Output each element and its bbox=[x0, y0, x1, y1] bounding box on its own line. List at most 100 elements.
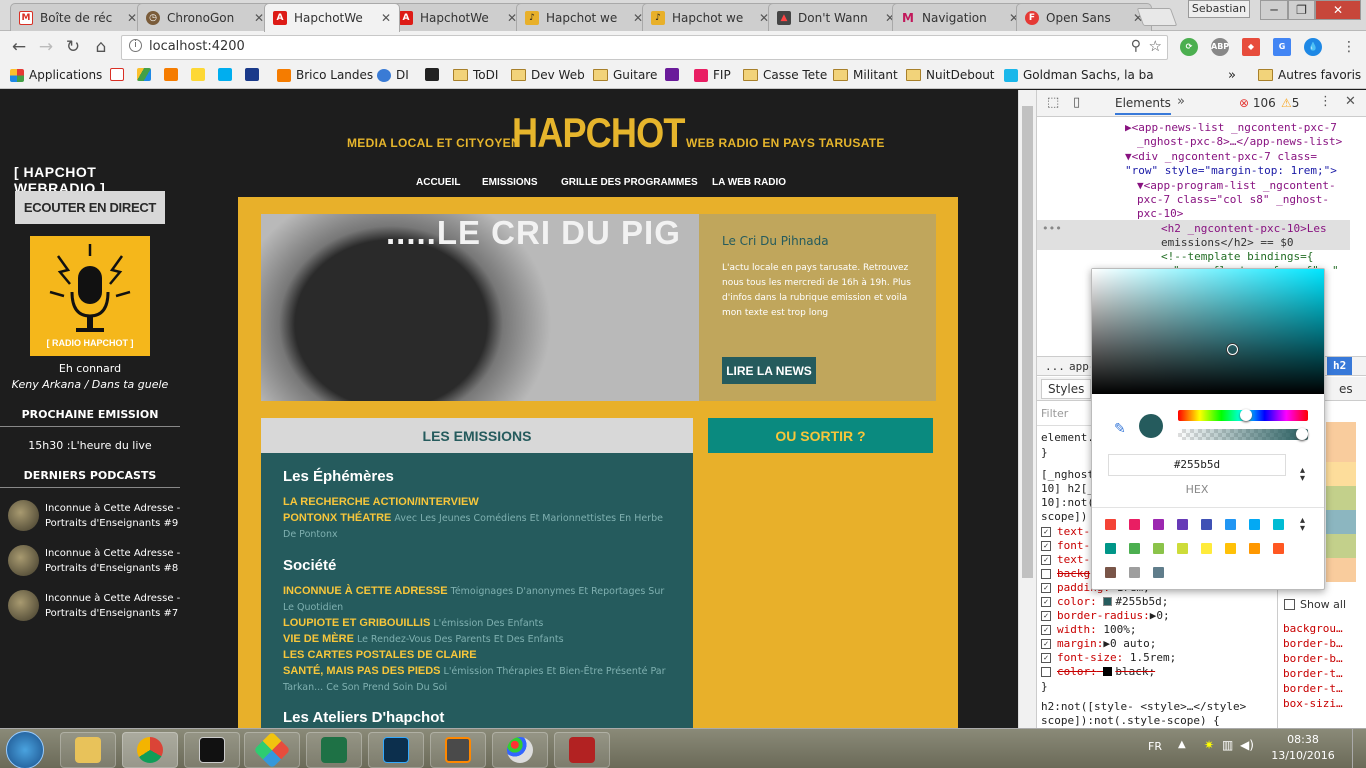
menu-accueil[interactable]: ACCUEIL bbox=[416, 177, 460, 188]
program-name[interactable]: LES CARTES POSTALES DE CLAIRE bbox=[283, 649, 477, 661]
color-spectrum[interactable] bbox=[1092, 269, 1324, 394]
bookmark-folder-militant[interactable]: Militant bbox=[833, 68, 898, 82]
dom-node[interactable]: _nghost-pxc-8>…</app-news-list> bbox=[1137, 135, 1342, 149]
menu-web-radio[interactable]: LA WEB RADIO bbox=[712, 177, 786, 188]
program-item[interactable]: SANTÉ, MAIS PAS DES PIEDS L'émission Thé… bbox=[283, 663, 673, 696]
read-news-button[interactable]: LIRE LA NEWS bbox=[722, 357, 816, 384]
warning-count[interactable]: ⚠5 bbox=[1281, 96, 1299, 110]
next-rule-selector[interactable]: h2:not([style- <style>…</style> bbox=[1041, 700, 1246, 714]
scrollbar-thumb[interactable] bbox=[1022, 106, 1033, 578]
css-property[interactable]: backg bbox=[1041, 567, 1090, 580]
computed-property[interactable]: border-b… bbox=[1283, 652, 1343, 666]
color-swatch[interactable] bbox=[1103, 597, 1113, 606]
bookmark-mail[interactable] bbox=[665, 68, 684, 81]
rule-selector[interactable]: [_nghost bbox=[1041, 468, 1094, 482]
checkbox[interactable]: ✓ bbox=[1041, 638, 1051, 649]
podcast-item[interactable]: Inconnue à Cette Adresse - Portraits d'E… bbox=[8, 500, 180, 532]
checkbox[interactable]: ✓ bbox=[1041, 624, 1051, 635]
hex-input[interactable]: #255b5d bbox=[1108, 454, 1286, 476]
checkbox[interactable]: ✓ bbox=[1041, 652, 1051, 663]
computed-property[interactable]: border-b… bbox=[1283, 637, 1343, 651]
next-rule-selector[interactable]: scope]):not(.style-scope) { bbox=[1041, 714, 1220, 728]
palette-swatch[interactable] bbox=[1105, 567, 1116, 578]
back-icon[interactable]: ← bbox=[8, 36, 30, 58]
palette-swatch[interactable] bbox=[1177, 543, 1188, 554]
volume-icon[interactable]: ◀) bbox=[1240, 738, 1254, 752]
format-toggle-icon[interactable]: ▴ ▾ bbox=[1300, 466, 1305, 484]
program-name[interactable]: PONTONX THÉATRE bbox=[283, 512, 391, 524]
hue-slider[interactable] bbox=[1178, 409, 1308, 421]
listen-live-button[interactable]: ECOUTER EN DIRECT bbox=[15, 191, 165, 224]
css-property-value[interactable]: ▶0; bbox=[1150, 609, 1170, 622]
devtools-menu-icon[interactable]: ⋮ bbox=[1319, 94, 1332, 109]
checkbox[interactable] bbox=[1041, 568, 1051, 579]
show-desktop-button[interactable] bbox=[1352, 729, 1366, 768]
browser-tab-active[interactable]: A HapchotWe ✕ bbox=[264, 3, 400, 32]
palette-swatch[interactable] bbox=[1129, 519, 1140, 530]
css-property[interactable]: ✓ margin: ▶0 auto; bbox=[1041, 637, 1156, 650]
css-property-value[interactable]: #255b5d; bbox=[1115, 595, 1168, 608]
program-item[interactable]: PONTONX THÉATRE Avec Les Jeunes Comédien… bbox=[283, 510, 673, 543]
palette-swatch[interactable] bbox=[1273, 519, 1284, 530]
program-item[interactable]: VIE DE MÈRE Le Rendez-Vous Des Parents E… bbox=[283, 631, 673, 648]
minimize-button[interactable]: ─ bbox=[1260, 0, 1288, 20]
spectrum-handle[interactable] bbox=[1227, 344, 1238, 355]
excel-icon[interactable] bbox=[306, 732, 362, 768]
more-tabs-icon[interactable]: » bbox=[1177, 94, 1185, 109]
palette-swatch[interactable] bbox=[1177, 519, 1188, 530]
dom-node[interactable]: pxc-10> bbox=[1137, 207, 1183, 221]
program-item[interactable]: INCONNUE À CETTE ADRESSE Témoignages D'a… bbox=[283, 583, 673, 616]
menu-grille[interactable]: GRILLE DES PROGRAMMES bbox=[561, 177, 698, 188]
checkbox[interactable]: ✓ bbox=[1041, 526, 1051, 537]
podcast-item[interactable]: Inconnue à Cette Adresse - Portraits d'E… bbox=[8, 545, 180, 577]
bookmark-blabla[interactable] bbox=[218, 68, 237, 81]
checkbox[interactable]: ✓ bbox=[1041, 610, 1051, 621]
chrome-icon[interactable] bbox=[122, 732, 178, 768]
bookmark-di[interactable]: DI bbox=[377, 68, 409, 82]
info-icon[interactable]: i bbox=[129, 39, 142, 52]
element-style-selector[interactable]: element. bbox=[1041, 431, 1094, 445]
bookmark-apps[interactable]: Applications bbox=[10, 68, 102, 82]
bookmark-mc[interactable] bbox=[191, 68, 210, 81]
hue-slider-handle[interactable] bbox=[1240, 409, 1252, 421]
palette-swatch[interactable] bbox=[1129, 567, 1140, 578]
css-property[interactable]: ✓ font-size: 1.5rem; bbox=[1041, 651, 1176, 664]
rule-selector[interactable]: 10]:not( bbox=[1041, 496, 1094, 510]
bookmark-goldman[interactable]: Goldman Sachs, la ba bbox=[1004, 68, 1154, 82]
clock-time[interactable]: 08:38 bbox=[1270, 733, 1336, 746]
error-count[interactable]: ⊗ 106 bbox=[1239, 96, 1276, 110]
palette-toggle-icon[interactable]: ▴ ▾ bbox=[1300, 516, 1305, 534]
program-name[interactable]: INCONNUE À CETTE ADRESSE bbox=[283, 585, 448, 597]
clock-date[interactable]: 13/10/2016 bbox=[1270, 749, 1336, 762]
menu-emissions[interactable]: EMISSIONS bbox=[482, 177, 538, 188]
inspect-icon[interactable]: ⬚ bbox=[1047, 95, 1059, 110]
alpha-slider-handle[interactable] bbox=[1296, 428, 1308, 440]
bookmark-brico-landes[interactable]: Brico Landes bbox=[277, 68, 373, 82]
translate-icon[interactable]: G bbox=[1273, 38, 1291, 56]
palette-swatch[interactable] bbox=[1225, 519, 1236, 530]
palette-swatch[interactable] bbox=[1225, 543, 1236, 554]
bookmark-folder-devweb[interactable]: Dev Web bbox=[511, 68, 585, 82]
dom-comment[interactable]: <!--template bindings={ bbox=[1161, 250, 1313, 264]
computed-property[interactable]: border-t… bbox=[1283, 667, 1343, 681]
browser-tab[interactable]: M Boîte de réc ✕ bbox=[10, 3, 146, 31]
bookmark-folder-cassetete[interactable]: Casse Tete bbox=[743, 68, 827, 82]
cmd-icon[interactable] bbox=[184, 732, 240, 768]
palette-swatch[interactable] bbox=[1201, 519, 1212, 530]
bookmark-folder-nuitdebout[interactable]: NuitDebout bbox=[906, 68, 995, 82]
color-swatch[interactable] bbox=[1103, 667, 1113, 676]
bookmark-upr[interactable] bbox=[245, 68, 264, 81]
css-property[interactable]: ✓ font- bbox=[1041, 539, 1090, 552]
home-icon[interactable]: ⌂ bbox=[90, 36, 112, 58]
checkbox[interactable]: ✓ bbox=[1041, 582, 1051, 593]
network-icon[interactable]: ▥ bbox=[1222, 738, 1233, 752]
bookmark-folder-guitare[interactable]: Guitare bbox=[593, 68, 657, 82]
tray-expand-icon[interactable]: ▲ bbox=[1178, 739, 1186, 750]
dom-node[interactable]: "row" style="margin-top: 1rem;"> bbox=[1125, 164, 1337, 178]
program-item[interactable]: LA RECHERCHE ACTION/INTERVIEW bbox=[283, 494, 673, 511]
palette-swatch[interactable] bbox=[1153, 543, 1164, 554]
css-property-value[interactable]: 100%; bbox=[1103, 623, 1136, 636]
photoshop-icon[interactable] bbox=[368, 732, 424, 768]
css-property[interactable]: ✓ color: #255b5d; bbox=[1041, 595, 1168, 608]
bookmark-zt[interactable] bbox=[425, 68, 444, 81]
